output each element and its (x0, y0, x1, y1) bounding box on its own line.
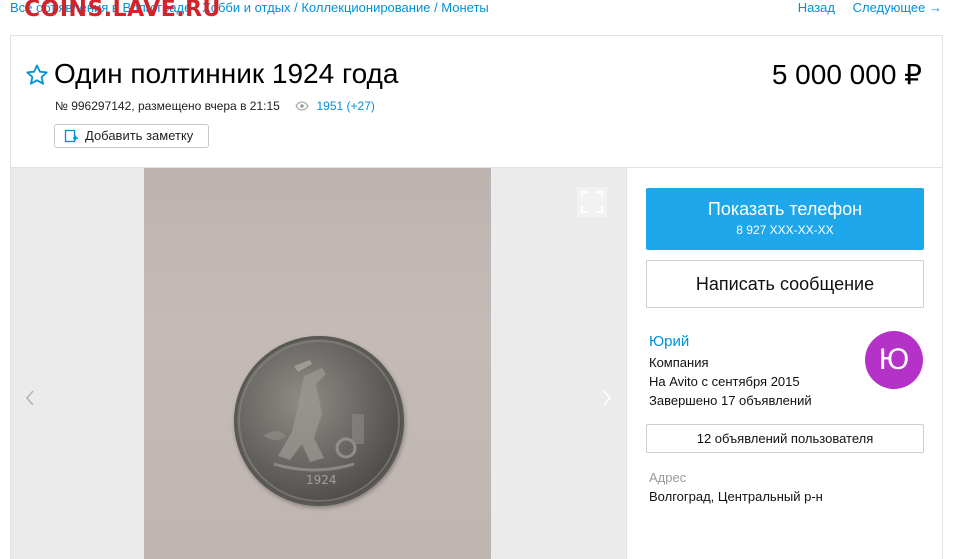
user-ads-button[interactable]: 12 объявлений пользователя (646, 424, 924, 453)
listing-meta: № 996297142, размещено вчера в 21:15 195… (55, 99, 375, 113)
masked-phone-number: 8 927 XXX-XX-XX (736, 223, 834, 237)
seller-completed-ads: Завершено 17 объявлений (649, 393, 812, 408)
next-link[interactable]: Следующее → (853, 0, 942, 15)
next-photo-chevron-right-icon[interactable] (600, 388, 614, 408)
back-link[interactable]: Назад (798, 0, 835, 15)
address-value: Волгоград, Центральный р-н (649, 489, 823, 504)
site-watermark: COINS.LAVE.RU (24, 0, 221, 22)
views-count[interactable]: 1951 (+27) (317, 99, 375, 113)
listing-card: Один полтинник 1924 года 5 000 000 ₽ № 9… (10, 35, 943, 559)
contact-sidebar: Показать телефон 8 927 XXX-XX-XX Написат… (626, 168, 942, 559)
listing-price: 5 000 000 ₽ (771, 59, 922, 90)
note-add-icon (64, 129, 78, 143)
show-phone-label: Показать телефон (707, 199, 863, 219)
coin-photo: 1924 (144, 168, 491, 559)
coin-relief-illustration: 1924 (238, 340, 400, 502)
favorite-star-icon[interactable] (25, 63, 49, 87)
fullscreen-icon[interactable] (577, 187, 607, 217)
show-phone-button[interactable]: Показать телефон 8 927 XXX-XX-XX (646, 188, 924, 250)
seller-name-link[interactable]: Юрий (649, 333, 689, 350)
coin-image: 1924 (234, 336, 404, 506)
address-label: Адрес (649, 470, 687, 485)
listing-header: Один полтинник 1924 года 5 000 000 ₽ № 9… (11, 36, 942, 168)
coin-year: 1924 (306, 473, 337, 487)
add-note-label: Добавить заметку (85, 128, 194, 143)
listing-title: Один полтинник 1924 года (54, 58, 399, 89)
seller-avatar[interactable]: Ю (865, 331, 923, 389)
breadcrumb-item[interactable]: Монеты (441, 0, 488, 15)
seller-type: Компания (649, 355, 709, 370)
breadcrumb-item[interactable]: Коллекционирование (301, 0, 430, 15)
listing-navigation: Назад Следующее → (784, 0, 942, 15)
write-message-button[interactable]: Написать сообщение (646, 260, 924, 308)
photo-gallery[interactable]: 1924 (11, 168, 626, 559)
eye-icon (295, 101, 309, 111)
previous-photo-chevron-left-icon[interactable] (23, 388, 37, 408)
seller-since: На Avito с сентября 2015 (649, 374, 800, 389)
listing-id-date: № 996297142, размещено вчера в 21:15 (55, 99, 280, 113)
top-bar: Все объявления в Волгограде / Хобби и от… (0, 0, 960, 22)
add-note-button[interactable]: Добавить заметку (54, 124, 209, 148)
